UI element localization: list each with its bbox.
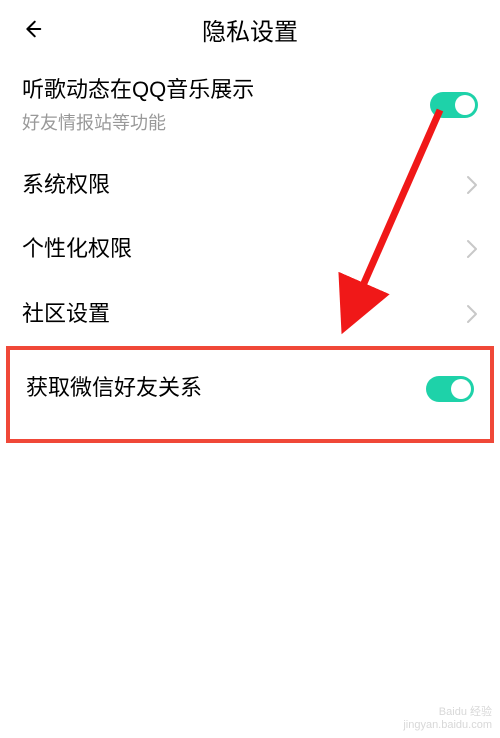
back-arrow-icon xyxy=(21,18,43,40)
item-community-settings[interactable]: 社区设置 xyxy=(0,282,500,347)
chevron-right-icon xyxy=(466,175,478,195)
item-text: 系统权限 xyxy=(22,171,110,200)
chevron-right-icon xyxy=(466,304,478,324)
item-text: 获取微信好友关系 xyxy=(26,374,202,403)
item-title: 个性化权限 xyxy=(22,235,132,264)
page-title: 隐私设置 xyxy=(202,12,298,47)
item-music-display[interactable]: 听歌动态在QQ音乐展示 好友情报站等功能 xyxy=(0,58,500,153)
item-subtitle: 好友情报站等功能 xyxy=(22,109,254,135)
item-text: 听歌动态在QQ音乐展示 好友情报站等功能 xyxy=(22,76,254,135)
watermark-line: Baidu 经验 xyxy=(403,706,492,719)
toggle-wechat-friends[interactable] xyxy=(426,376,474,402)
item-system-permissions[interactable]: 系统权限 xyxy=(0,153,500,218)
toggle-music-display[interactable] xyxy=(430,92,478,118)
item-title: 获取微信好友关系 xyxy=(26,374,202,403)
annotation-highlight-box: 获取微信好友关系 xyxy=(6,346,494,443)
item-title: 社区设置 xyxy=(22,300,110,329)
item-title: 听歌动态在QQ音乐展示 xyxy=(22,76,254,105)
settings-list: 听歌动态在QQ音乐展示 好友情报站等功能 系统权限 个性化权限 社区设置 xyxy=(0,58,500,443)
item-wechat-friends[interactable]: 获取微信好友关系 xyxy=(10,350,490,439)
watermark-line: jingyan.baidu.com xyxy=(403,719,492,732)
back-button[interactable] xyxy=(16,13,48,45)
item-title: 系统权限 xyxy=(22,171,110,200)
watermark: Baidu 经验 jingyan.baidu.com xyxy=(403,706,492,732)
item-personalization[interactable]: 个性化权限 xyxy=(0,217,500,282)
chevron-right-icon xyxy=(466,239,478,259)
item-text: 个性化权限 xyxy=(22,235,132,264)
header: 隐私设置 xyxy=(0,0,500,58)
item-text: 社区设置 xyxy=(22,300,110,329)
